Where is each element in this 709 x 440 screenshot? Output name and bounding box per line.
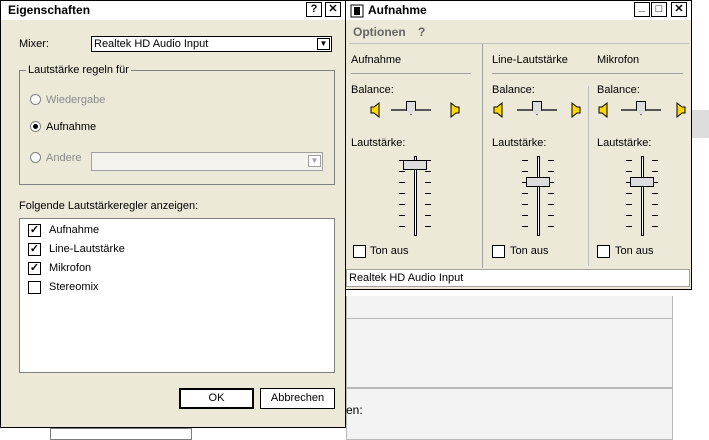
mixer-label: Mixer: [19,38,49,50]
chevron-down-icon[interactable]: ▼ [308,155,321,167]
speaker-right-icon [676,102,686,118]
column-separator-1 [482,44,483,268]
mute-checkbox-mic[interactable] [597,245,610,258]
checkbox-stereomix[interactable] [28,281,41,294]
background-panel-top [690,110,709,138]
menu-options[interactable]: Optionen [353,25,406,39]
column-top-divider [349,43,689,44]
minimize-button[interactable]: _ [634,2,650,17]
background-panel-2 [346,318,673,388]
radio-recording[interactable] [30,121,41,132]
balance-slider-mic[interactable] [621,101,661,119]
status-text: Realtek HD Audio Input [349,272,464,284]
volume-slider-mic[interactable] [624,156,660,236]
column-title-microphone: Mikrofon [597,54,640,66]
volume-thumb-recording[interactable] [403,160,427,170]
balance-label: Balance: [351,84,394,96]
recording-mixer-window: Aufnahme _ □ ✕ Optionen ? Aufnahme Balan… [344,0,692,290]
volume-group-title: Lautstärke regeln für [26,64,131,76]
background-input[interactable] [50,428,192,440]
volume-label-line: Lautstärke: [492,137,547,149]
radio-other[interactable] [30,152,41,163]
radio-other-label: Andere [46,152,82,164]
close-button[interactable]: ✕ [671,2,687,17]
volume-label: Lautstärke: [351,137,406,149]
chevron-down-icon[interactable]: ▼ [317,38,330,50]
mixer-select-value: Realtek HD Audio Input [94,38,209,50]
balance-slider-recording[interactable] [391,101,431,119]
controls-list[interactable]: ✓ Aufnahme ✓ Line-Lautstärke ✓ Mikrofon … [19,218,335,373]
balance-label-mic: Balance: [597,84,640,96]
mute-label-recording: Ton aus [370,245,409,257]
cancel-button[interactable]: Abbrechen [260,388,335,409]
mixer-title: Aufnahme [368,3,427,17]
column-2-title-underline [492,73,683,74]
column-title-line: Line-Lautstärke [492,54,568,66]
background-label: en: [346,403,363,417]
help-button[interactable]: ? [306,2,322,17]
balance-slider-line[interactable] [517,101,557,119]
balance-label-line: Balance: [492,84,535,96]
radio-recording-label: Aufnahme [46,121,97,133]
checkbox-line-volume[interactable]: ✓ [28,243,41,256]
volume-thumb-line[interactable] [526,177,550,187]
mute-label-line: Ton aus [510,245,549,257]
properties-dialog: Eigenschaften ? ✕ Mixer: Realtek HD Audi… [0,0,346,428]
column-title-recording: Aufnahme [351,54,402,66]
controls-label: Folgende Lautstärkeregler anzeigen: [19,200,199,212]
background-panel-1 [346,296,673,319]
speaker-right-icon [571,102,581,118]
mute-checkbox-line[interactable] [492,245,505,258]
other-device-select[interactable]: ▼ [91,152,323,171]
column-separator-2 [588,86,589,266]
speaker-left-icon [493,102,503,118]
speaker-left-icon [598,102,608,118]
speaker-app-icon [350,4,364,18]
checkbox-recording[interactable]: ✓ [28,224,41,237]
volume-thumb-mic[interactable] [630,177,654,187]
ok-button[interactable]: OK [179,388,254,409]
column-1-title-underline [351,73,471,74]
background-panel-3 [346,388,673,440]
checkbox-microphone[interactable]: ✓ [28,262,41,275]
speaker-left-icon [370,102,380,118]
menu-help[interactable]: ? [418,25,425,39]
radio-playback-label: Wiedergabe [46,94,106,106]
volume-label-mic: Lautstärke: [597,137,652,149]
dialog-titlebar: Eigenschaften ? ✕ [1,1,345,20]
volume-slider-recording[interactable] [397,156,433,236]
volume-slider-line[interactable] [520,156,556,236]
close-icon[interactable]: ✕ [325,2,341,17]
dialog-title: Eigenschaften [8,3,91,17]
mute-label-mic: Ton aus [615,245,654,257]
mixer-titlebar: Aufnahme _ □ ✕ [345,1,691,20]
status-bar: Realtek HD Audio Input [346,269,690,287]
maximize-button[interactable]: □ [651,2,667,17]
mixer-select[interactable]: Realtek HD Audio Input ▼ [91,36,332,52]
mute-checkbox-recording[interactable] [353,245,366,258]
radio-playback[interactable] [30,94,41,105]
speaker-right-icon [450,102,460,118]
